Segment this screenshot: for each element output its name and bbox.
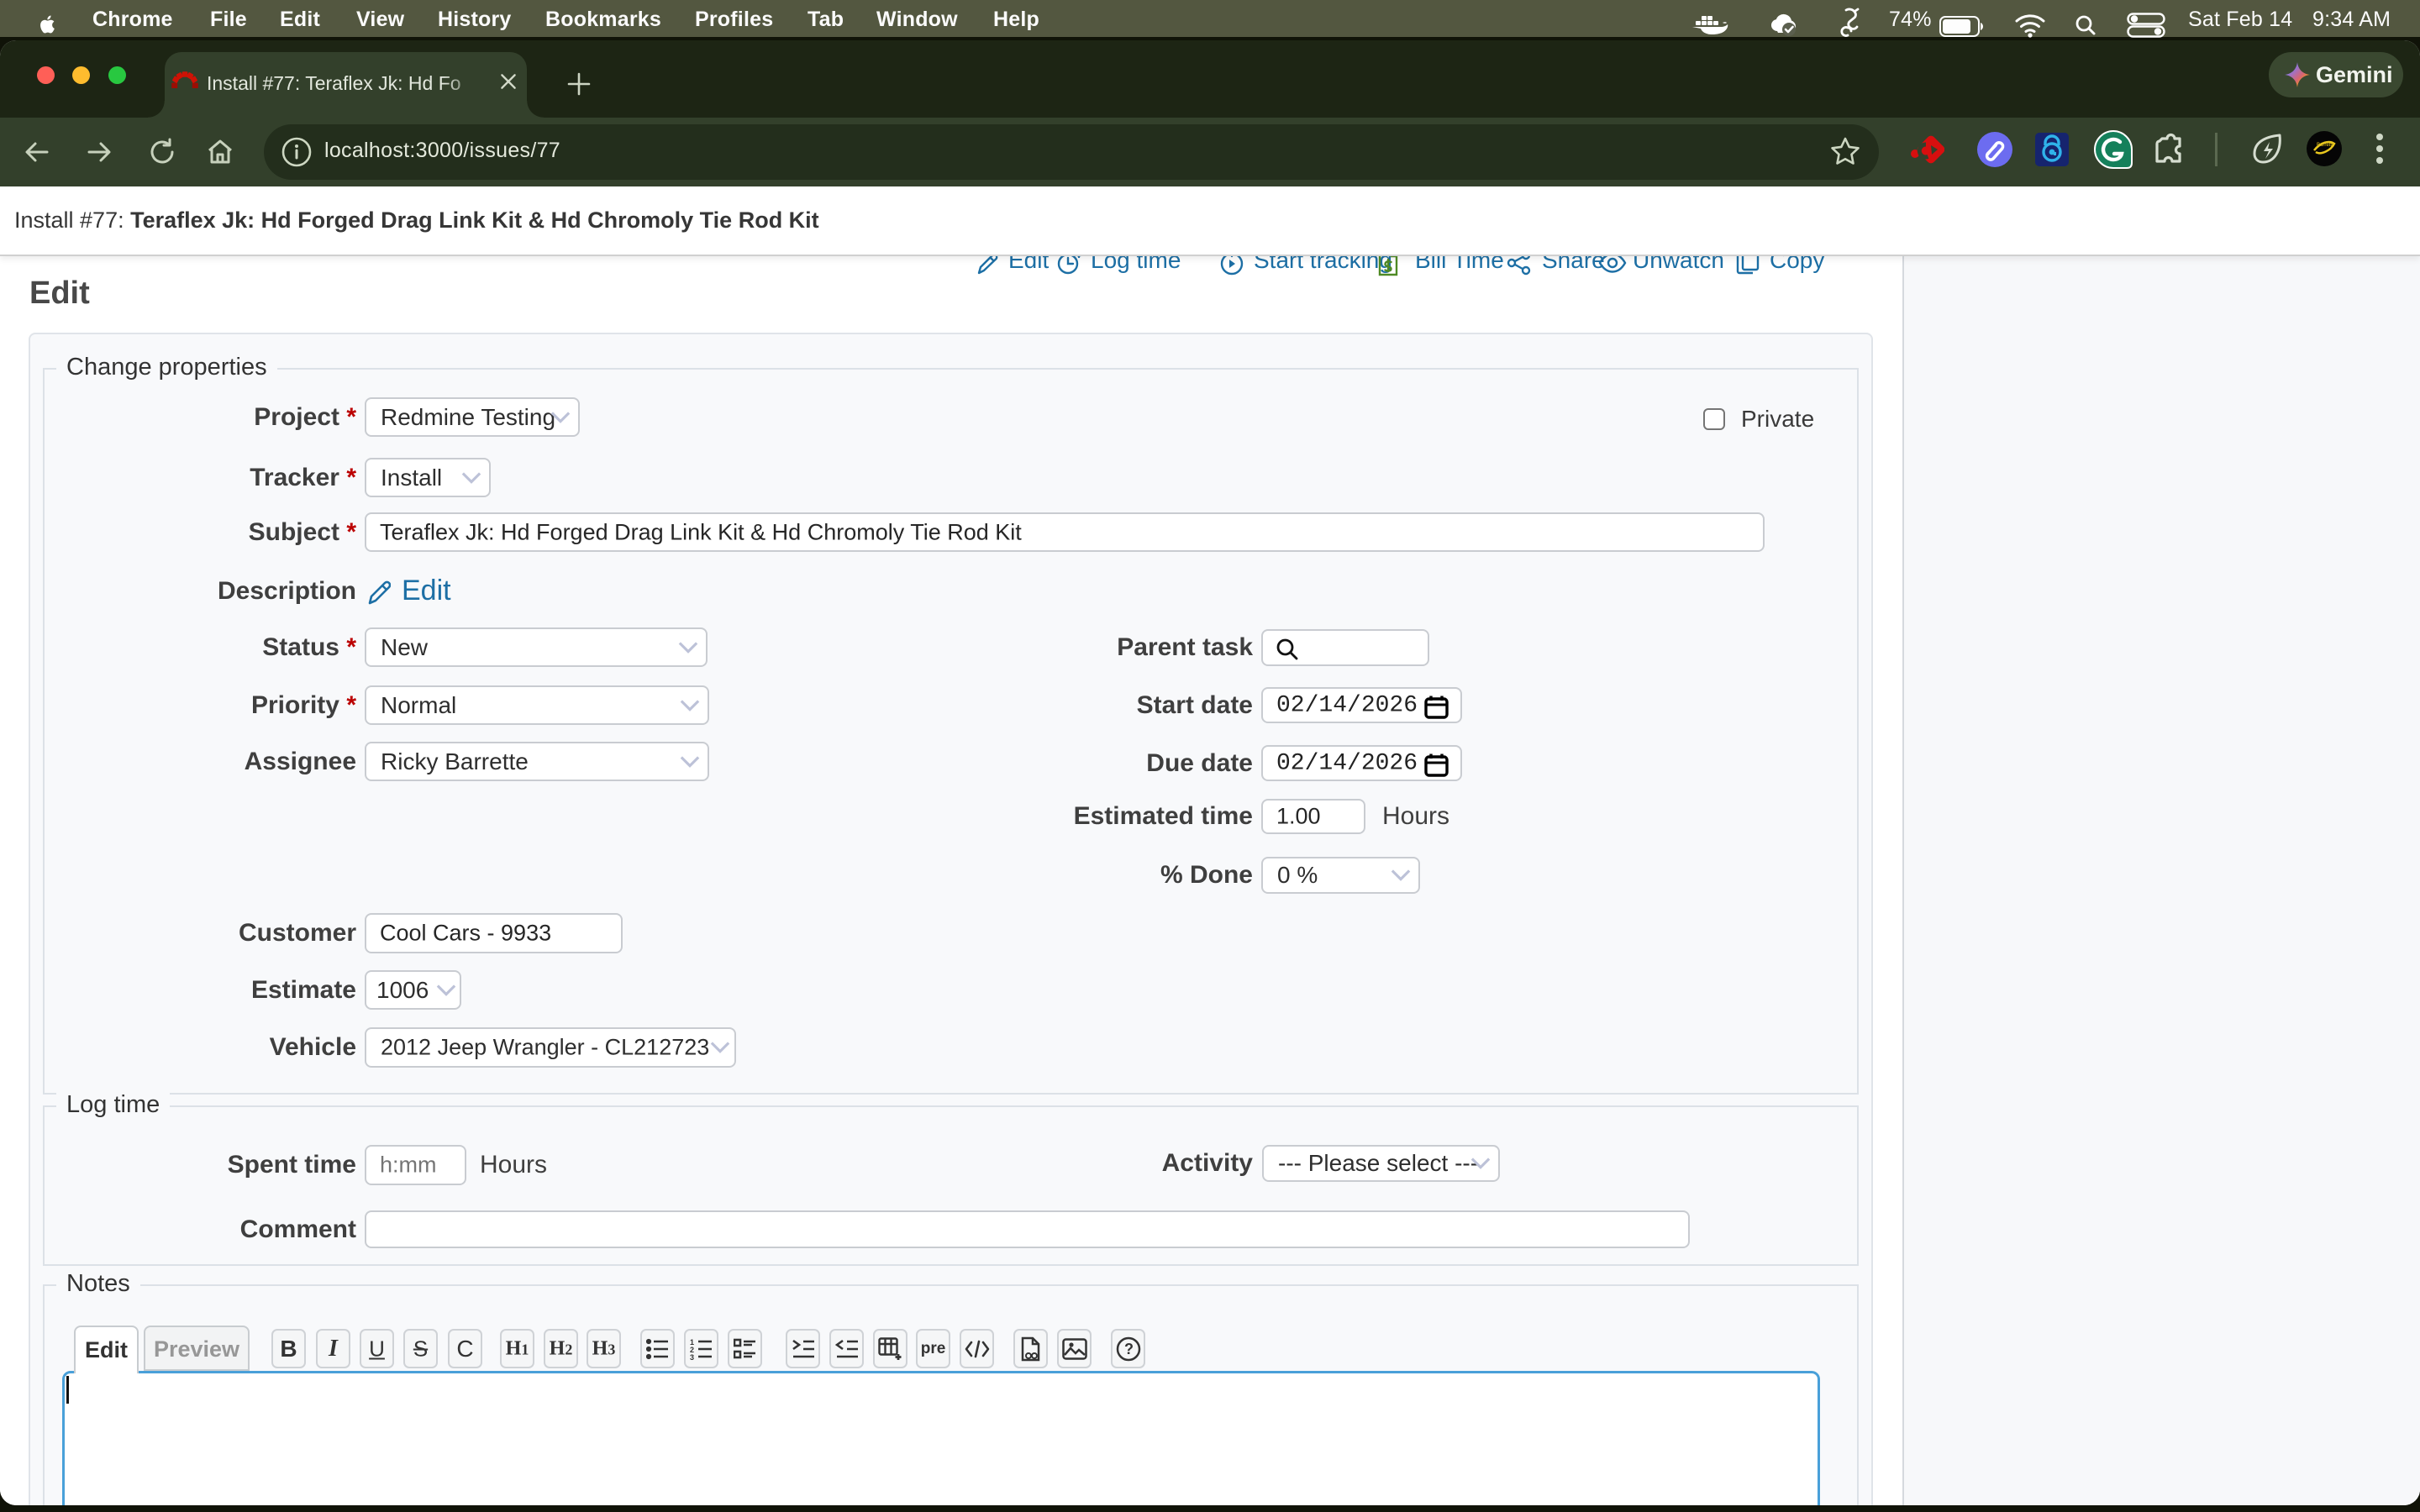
svg-text:Barrette: Barrette bbox=[2317, 143, 2335, 148]
svg-text:3: 3 bbox=[690, 1353, 694, 1360]
svg-text:?: ? bbox=[1124, 1341, 1134, 1357]
